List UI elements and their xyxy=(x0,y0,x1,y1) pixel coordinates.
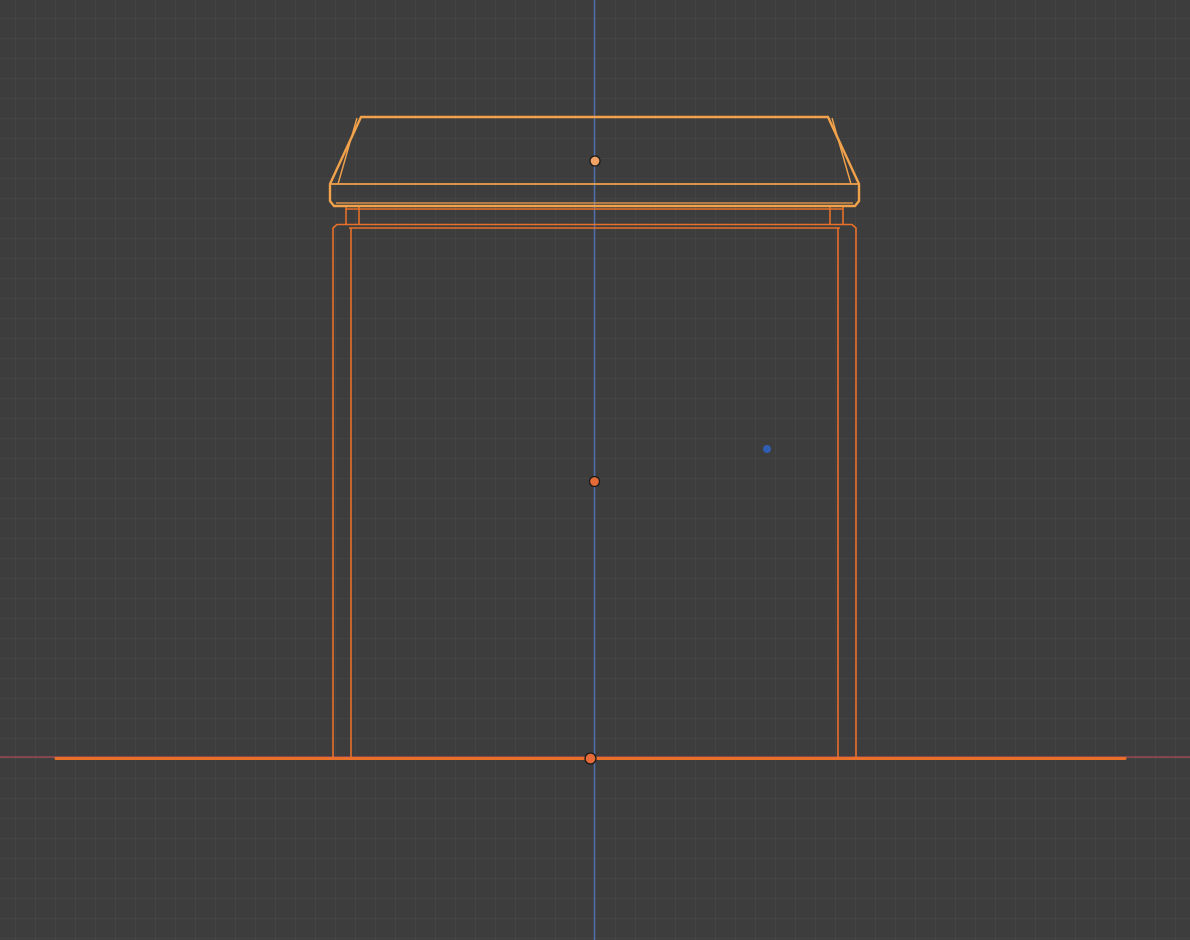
cap-origin-point[interactable] xyxy=(589,155,601,167)
viewport-canvas[interactable] xyxy=(0,0,1190,940)
body-origin-point[interactable] xyxy=(588,475,601,488)
3d-viewport[interactable] xyxy=(0,0,1190,940)
ground-origin-point[interactable] xyxy=(584,752,597,765)
light-object-point[interactable] xyxy=(763,445,771,453)
